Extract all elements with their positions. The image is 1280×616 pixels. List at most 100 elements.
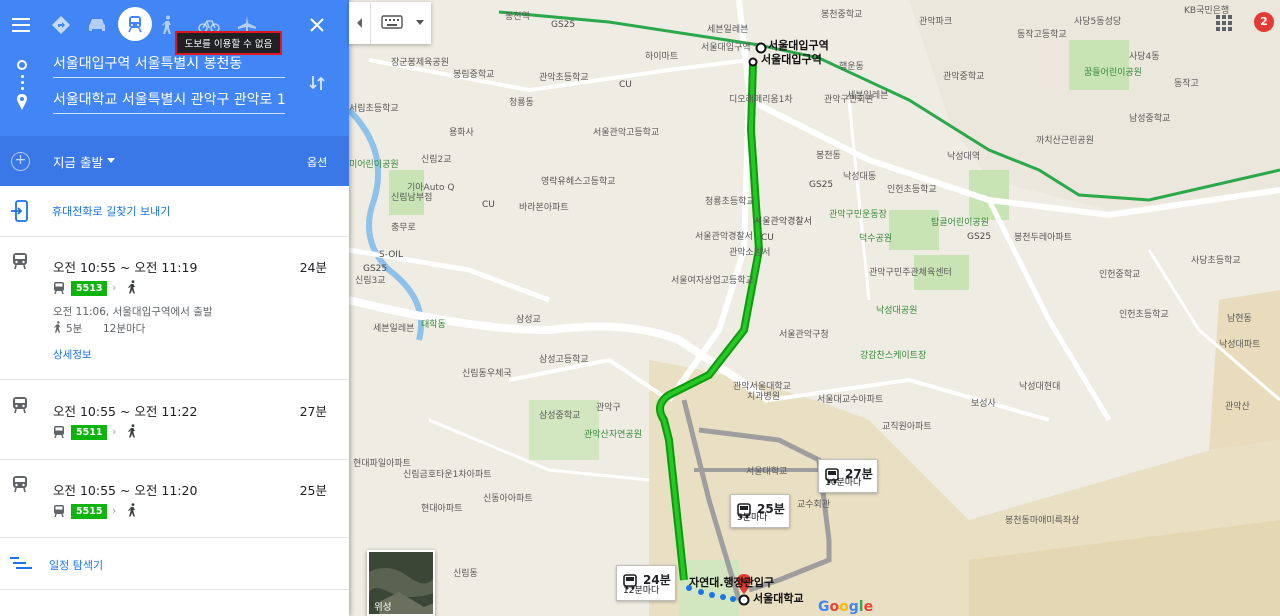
map-label: CU	[619, 80, 632, 90]
map-label: 사당초등학교	[1191, 256, 1241, 266]
map-label: 기아Auto Q	[407, 183, 455, 193]
map-label: 관악서울대학교	[733, 382, 791, 392]
map-label: 인헌중학교	[1099, 270, 1141, 280]
trip-details-link[interactable]: 상세정보	[53, 347, 92, 362]
map-label: 청룡동	[509, 98, 534, 108]
map-label: 관악산	[1225, 402, 1250, 412]
menu-icon	[12, 18, 30, 32]
map-label: 서울관악경찰서	[754, 217, 812, 227]
map-label: 서울대교수아파트	[817, 395, 884, 405]
map-label: 꿈들어린이공원	[1084, 68, 1142, 78]
origin-circle-icon	[17, 60, 27, 70]
menu-button[interactable]	[8, 12, 34, 38]
map-label: GS25	[967, 232, 992, 242]
map-label: 장군봉제육공원	[391, 58, 449, 68]
map-label: 관악구민주관체육센터	[869, 268, 952, 278]
map-label: 미어린이공원	[349, 160, 399, 170]
map-label: 대학동	[421, 320, 446, 330]
map-label: 세븐일레븐	[373, 324, 415, 334]
map-label: 사당4동	[1129, 52, 1160, 62]
route-dots-icon	[21, 87, 24, 90]
add-destination-button[interactable]: +	[11, 152, 30, 171]
map-label: 봉천동마애미륵좌상	[1005, 516, 1080, 526]
stop-label: 자연대.행정관입구	[689, 576, 775, 589]
map-label: 신림금호타운1차아파트	[403, 470, 492, 480]
chevron-down-icon[interactable]	[107, 158, 115, 163]
explore-icon	[10, 557, 32, 569]
map-label: 보성사	[971, 399, 996, 409]
mode-car-button[interactable]	[82, 10, 112, 40]
input-tools-caret-icon[interactable]	[416, 20, 424, 25]
map-base-layer	[349, 0, 1280, 616]
map-label: 서울대학교	[746, 467, 788, 477]
destination-input[interactable]: 서울대학교 서울특별시 관악구 관악로 1	[53, 86, 285, 114]
map-label: 서울대입구역	[701, 43, 751, 53]
map-label: 신림동우체국	[462, 369, 512, 379]
destination-pin-icon	[17, 94, 27, 110]
bus-icon	[13, 476, 27, 493]
transit-icon	[128, 16, 142, 33]
route-card-25[interactable]: 25분 5분마다	[730, 494, 790, 528]
map-label: 서울관악고등학교	[593, 128, 660, 138]
swap-locations-button[interactable]	[304, 70, 330, 96]
chevron-left-icon	[356, 18, 362, 28]
map-canvas[interactable]: 봉천역 GS25 세븐일레븐 관악파크 동작고등학교 봉천중학교 사당5동성당 …	[349, 0, 1280, 616]
map-label: 신동아아파트	[483, 494, 533, 504]
map-label: 봉천중학교	[821, 10, 863, 20]
swap-icon	[309, 76, 325, 90]
map-label: 디오래페리움1차	[729, 95, 793, 105]
bus-icon	[54, 505, 64, 517]
apps-grid-icon[interactable]	[1215, 14, 1233, 32]
mode-best-route-button[interactable]	[46, 10, 76, 40]
route-dots-icon	[21, 75, 24, 78]
map-label: 관악산자연공원	[584, 430, 642, 440]
map-label: 충무로	[391, 223, 416, 233]
route-card-interval: 12분마다	[623, 586, 660, 596]
bus-icon	[54, 426, 64, 438]
map-label: 강감찬스케이트장	[860, 351, 927, 361]
map-label: 청룡초등학교	[705, 197, 755, 207]
map-label: 신림3교	[355, 276, 386, 286]
map-label: 서울여자상업고등학교	[671, 276, 754, 286]
trip-walk-time: 5분	[66, 323, 83, 335]
map-label: 현대아파트	[421, 504, 463, 514]
trip-option[interactable]	[0, 460, 349, 538]
map-label: 동작고	[1174, 79, 1199, 89]
close-directions-button[interactable]	[302, 10, 332, 40]
map-label: 관악소방서	[729, 248, 771, 258]
trip-option[interactable]	[0, 380, 349, 460]
trip-time-range: 오전 10:55 ~ 오전 11:22	[53, 404, 198, 419]
map-label: 남성중학교	[1129, 114, 1171, 124]
depart-time-dropdown[interactable]: 지금 출발	[53, 152, 103, 171]
map-label: 바라본아파트	[519, 203, 569, 213]
map-label: S-OIL	[379, 250, 403, 260]
walk-icon	[162, 15, 171, 34]
map-label: 현대파일아파트	[353, 459, 411, 469]
notification-badge[interactable]: 2	[1254, 12, 1274, 32]
map-label: 봉천역	[505, 12, 530, 22]
maps-app: 봉천역 GS25 세븐일레븐 관악파크 동작고등학교 봉천중학교 사당5동성당 …	[0, 0, 1280, 616]
collapse-panel-button[interactable]	[349, 2, 371, 44]
map-label: GS25	[551, 20, 576, 30]
map-label: 신림2교	[421, 155, 452, 165]
bus-number-badge: 5511	[71, 425, 108, 440]
schedule-explorer-link[interactable]: 일정 탐색기	[49, 557, 103, 573]
trip-time-range: 오전 10:55 ~ 오전 11:19	[53, 260, 198, 275]
map-label: 관악중학교	[943, 72, 985, 82]
satellite-label: 위성	[374, 602, 392, 613]
origin-input[interactable]: 서울대입구역 서울특별시 봉천동	[53, 50, 285, 78]
options-button[interactable]: 옵션	[307, 154, 327, 170]
route-card-27[interactable]: 27분 10분마다	[818, 459, 878, 493]
send-to-phone-link[interactable]: 휴대전화로 길찾기 보내기	[52, 203, 170, 219]
map-label: 인헌초등학교	[887, 185, 937, 195]
mode-transit-button[interactable]	[118, 7, 152, 41]
bus-icon	[13, 397, 27, 414]
keyboard-icon[interactable]	[381, 15, 403, 29]
map-label: 서림초등학교	[349, 104, 399, 114]
destination-label: 서울대학교	[753, 592, 804, 605]
route-card-24[interactable]: 24분 12분마다	[616, 565, 676, 601]
trip-duration: 24분	[299, 260, 327, 275]
map-label: 행운동	[839, 62, 864, 72]
map-label: GS25	[363, 264, 388, 274]
trip-departure-detail: 오전 11:06, 서울대입구역에서 출발	[53, 306, 213, 318]
